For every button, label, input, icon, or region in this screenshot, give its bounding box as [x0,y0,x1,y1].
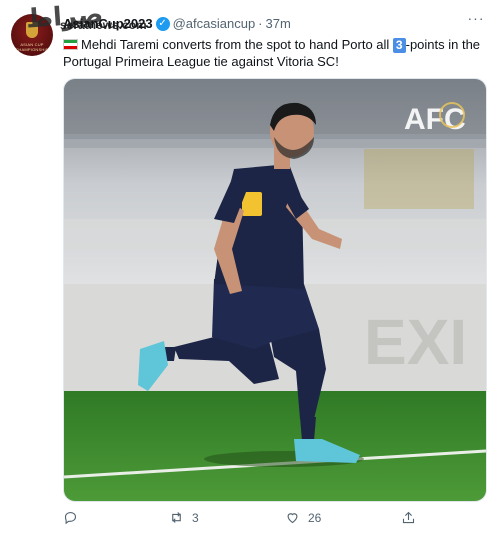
retweet-button[interactable]: 3 [169,510,199,525]
retweet-icon [172,512,181,523]
like-button[interactable]: 26 [285,510,321,525]
share-button[interactable] [401,510,424,525]
like-count: 26 [308,510,322,525]
more-icon[interactable]: ··· [466,11,486,26]
keycap-3-emoji: 3 [392,38,406,53]
reply-icon [64,511,77,525]
avatar-caption: ASIAN CUP CHAMPIONSHIP [15,42,49,52]
tweet-media-photo[interactable]: EXI AFC [63,78,487,502]
tweet-card[interactable]: ASIAN CUP CHAMPIONSHIP صراط AsianCup2023… [0,0,500,535]
like-icon [287,513,298,524]
tweet-text-part1: Mehdi Taremi converts from the spot to h… [81,37,393,52]
iran-flag-icon [63,39,78,50]
tweet-actions: 3 26 [63,510,423,530]
afc-logo: AFC [404,103,466,136]
ad-board-text: EXI [364,306,467,378]
timestamp[interactable]: 37m [266,16,291,31]
reply-button[interactable] [63,510,86,525]
share-icon [402,511,415,524]
verified-icon: ✓ [155,16,170,31]
separator: · [258,16,263,31]
watermark-site: seratnews.com [60,18,147,32]
match-photo: EXI AFC [64,79,486,501]
handle[interactable]: @afcasiancup [173,16,256,31]
tweet-text: Mehdi Taremi converts from the spot to h… [63,36,488,70]
retweet-count: 3 [192,510,199,525]
